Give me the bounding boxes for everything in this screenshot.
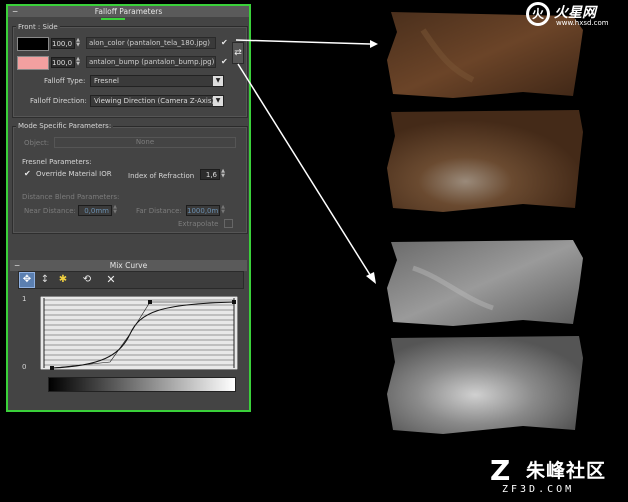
zf3d-logo-icon: Z bbox=[490, 454, 511, 487]
texture-preview-grey-2 bbox=[387, 336, 583, 434]
zf3d-logo: Z 朱峰社区 ZF3D.COM bbox=[490, 456, 626, 498]
zf3d-logo-url: ZF3D.COM bbox=[502, 484, 575, 495]
hxsd-logo: 火 火星网 www.hxsd.com bbox=[526, 2, 624, 30]
hxsd-logo-url: www.hxsd.com bbox=[556, 19, 609, 27]
texture-preview-brown-2 bbox=[387, 110, 583, 212]
zf3d-logo-text: 朱峰社区 bbox=[526, 460, 607, 482]
texture-preview-grey-1 bbox=[387, 240, 583, 326]
hxsd-logo-icon: 火 bbox=[526, 2, 550, 26]
